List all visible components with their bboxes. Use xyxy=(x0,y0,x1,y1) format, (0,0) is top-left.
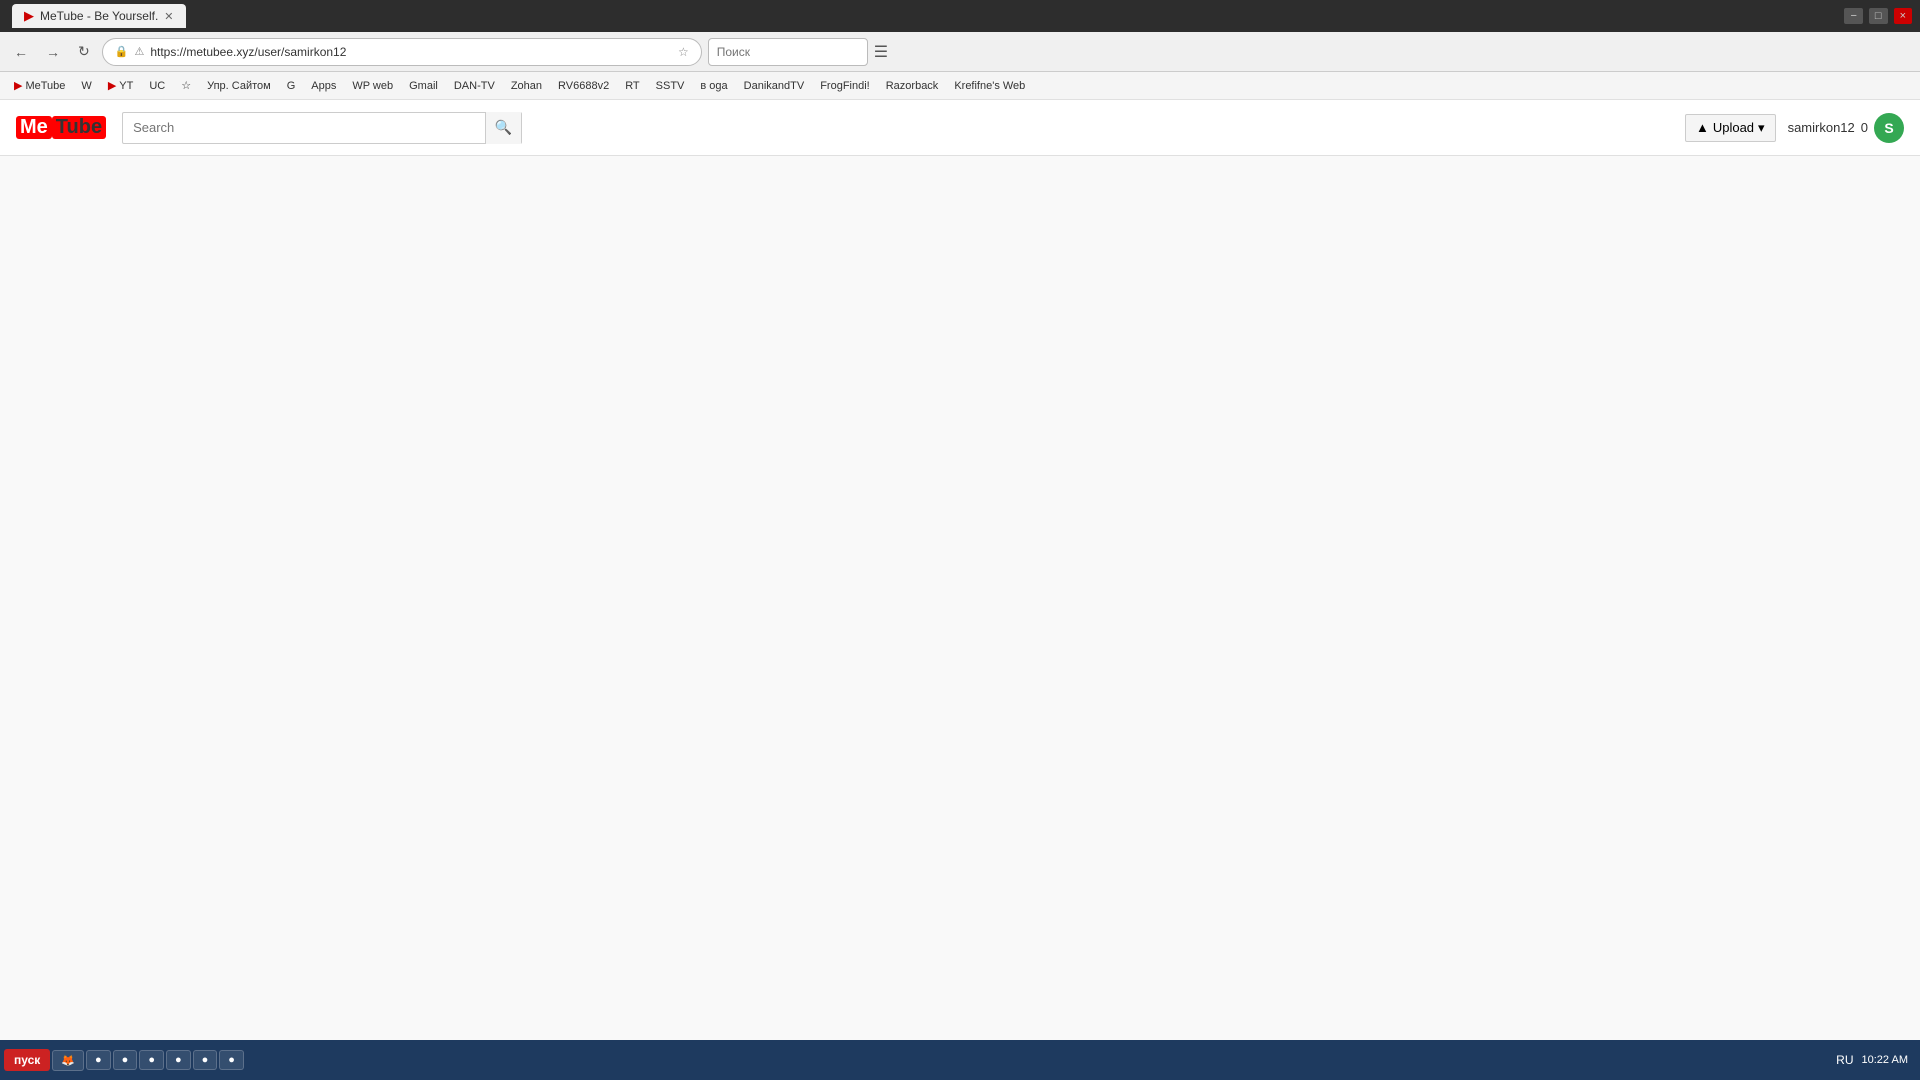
bookmark-rv[interactable]: RV6688v2 xyxy=(552,78,615,94)
bookmark-rt[interactable]: RT xyxy=(619,78,645,94)
tab-close-button[interactable]: ✕ xyxy=(164,10,173,23)
tab-title: MeTube - Be Yourself. xyxy=(40,9,158,23)
start-button[interactable]: пуск xyxy=(4,1049,50,1071)
bookmark-zohan[interactable]: Zohan xyxy=(505,78,548,94)
close-button[interactable]: × xyxy=(1894,8,1912,24)
taskbar-icon-6[interactable]: ● xyxy=(219,1050,244,1070)
forward-button[interactable]: → xyxy=(40,40,66,64)
bookmark-voga[interactable]: в oga xyxy=(694,78,733,94)
browser-tab[interactable]: ▶ MeTube - Be Yourself. ✕ xyxy=(12,4,186,28)
user-info: samirkon12 0 S xyxy=(1788,113,1904,143)
logo-tube: Tube xyxy=(52,116,106,139)
bookmark-frog[interactable]: FrogFindi! xyxy=(814,78,876,94)
lock-icon: 🔒 xyxy=(115,45,129,58)
bookmark-sstv[interactable]: SSTV xyxy=(650,78,691,94)
url-input[interactable] xyxy=(150,45,672,59)
site-logo[interactable]: MeTube xyxy=(16,116,106,139)
bookmark-yt[interactable]: ▶YT xyxy=(102,77,140,94)
taskbar-browser-item[interactable]: 🦊 xyxy=(52,1050,84,1071)
search-input[interactable] xyxy=(123,120,485,135)
bookmark-star[interactable]: ☆ xyxy=(175,77,197,94)
bookmark-razorback[interactable]: Razorback xyxy=(880,78,945,94)
browser-search-input[interactable] xyxy=(708,38,868,66)
bookmarks-bar: ▶ MeTube W ▶YT UC ☆ Упр. Сайтом G Apps W… xyxy=(0,72,1920,100)
bookmark-dantv[interactable]: DAN-TV xyxy=(448,78,501,94)
upload-label: Upload xyxy=(1713,120,1754,135)
minimize-button[interactable]: − xyxy=(1844,8,1862,24)
tab-favicon: ▶ xyxy=(24,8,34,24)
security-icon: ⚠ xyxy=(134,45,144,58)
back-button[interactable]: ← xyxy=(8,40,34,64)
taskbar-time: 10:22 AM xyxy=(1862,1054,1908,1066)
taskbar: пуск 🦊 ● ● ● ● ● ● RU 10:22 AM xyxy=(0,1040,1920,1080)
browser-icon: 🦊 xyxy=(61,1054,75,1067)
bookmark-metube[interactable]: ▶ MeTube xyxy=(8,77,71,94)
logo-me: Me xyxy=(16,116,52,139)
upload-icon: ▲ xyxy=(1696,120,1709,135)
taskbar-right: RU 10:22 AM xyxy=(1836,1053,1916,1067)
browser-toolbar: ← → ↻ 🔒 ⚠ ☆ ☰ xyxy=(0,32,1920,72)
bookmark-uc[interactable]: UC xyxy=(143,78,171,94)
maximize-button[interactable]: □ xyxy=(1869,8,1888,24)
extensions-icon[interactable]: ☰ xyxy=(874,42,888,62)
bookmark-krefifne[interactable]: Krefifne's Web xyxy=(948,78,1031,94)
bookmark-w[interactable]: W xyxy=(75,78,97,94)
upload-button[interactable]: ▲ Upload ▾ xyxy=(1685,114,1776,142)
notification-count: 0 xyxy=(1861,120,1868,135)
app-layout: MeTube 🔍 ▲ Upload ▾ samirkon12 0 S sam xyxy=(0,100,1920,1040)
bookmark-wp[interactable]: WP web xyxy=(346,78,399,94)
bookmark-apps[interactable]: Apps xyxy=(305,78,342,94)
taskbar-lang: RU xyxy=(1836,1053,1853,1067)
bookmark-manage-sites[interactable]: Упр. Сайтом xyxy=(201,78,277,94)
bookmark-danikand[interactable]: DanikandTV xyxy=(738,78,811,94)
browser-titlebar: ▶ MeTube - Be Yourself. ✕ − □ × xyxy=(0,0,1920,32)
window-controls: − □ × xyxy=(1844,8,1912,24)
taskbar-icon-4[interactable]: ● xyxy=(166,1050,191,1070)
taskbar-icon-5[interactable]: ● xyxy=(193,1050,218,1070)
bookmark-star-icon[interactable]: ☆ xyxy=(678,45,689,59)
taskbar-icon-3[interactable]: ● xyxy=(139,1050,164,1070)
address-bar[interactable]: 🔒 ⚠ ☆ xyxy=(102,38,702,66)
refresh-button[interactable]: ↻ xyxy=(72,39,96,64)
bookmark-g[interactable]: G xyxy=(281,78,302,94)
search-bar: 🔍 xyxy=(122,112,522,144)
user-avatar[interactable]: S xyxy=(1874,113,1904,143)
username: samirkon12 xyxy=(1788,120,1855,135)
taskbar-clock: 10:22 AM xyxy=(1862,1054,1908,1066)
upload-dropdown-icon[interactable]: ▾ xyxy=(1758,120,1765,136)
search-button[interactable]: 🔍 xyxy=(485,112,521,144)
site-header: MeTube 🔍 ▲ Upload ▾ samirkon12 0 S xyxy=(0,100,1920,156)
taskbar-icon-2[interactable]: ● xyxy=(113,1050,138,1070)
taskbar-icon-1[interactable]: ● xyxy=(86,1050,111,1070)
bookmark-gmail[interactable]: Gmail xyxy=(403,78,444,94)
header-right: ▲ Upload ▾ samirkon12 0 S xyxy=(1685,113,1904,143)
